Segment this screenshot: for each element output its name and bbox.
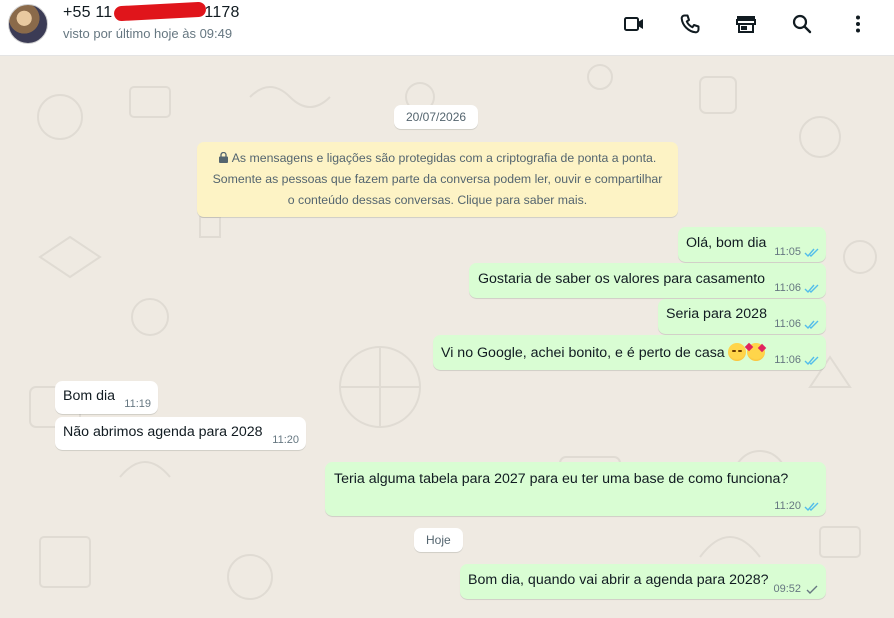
- contact-name-suffix: 1178: [204, 4, 240, 21]
- message-time: 11:06: [774, 282, 801, 294]
- message-bubble-incoming[interactable]: Bom dia 11:19: [55, 381, 158, 414]
- today-chip: Hoje: [414, 528, 463, 552]
- chat-header: +55 11 1178 visto por último hoje às 09:4…: [0, 0, 894, 56]
- voice-call-icon[interactable]: [678, 12, 702, 36]
- message-time: 11:06: [774, 354, 801, 366]
- contact-avatar[interactable]: [8, 4, 48, 44]
- message-text: Bom dia: [63, 388, 116, 404]
- message-meta: 11:06: [774, 354, 820, 366]
- notice-line-3: o conteúdo dessas conversas. Clique para…: [287, 193, 588, 207]
- contact-name-prefix: +55 11: [63, 4, 113, 21]
- sent-tick-icon: [806, 585, 818, 594]
- message-text: Gostaria de saber os valores para casame…: [478, 271, 766, 287]
- message-meta: 11:20: [774, 500, 820, 512]
- read-ticks-icon: [804, 320, 819, 329]
- notice-line-2: Somente as pessoas que fazem parte da co…: [212, 172, 663, 186]
- message-time: 09:52: [773, 583, 801, 595]
- message-text: Vi no Google, achei bonito, e é perto de…: [441, 345, 725, 361]
- lock-icon: [218, 152, 228, 163]
- catalog-icon[interactable]: [734, 12, 758, 36]
- message-bubble-outgoing[interactable]: Teria alguma tabela para 2027 para eu te…: [325, 462, 826, 516]
- message-bubble-outgoing[interactable]: Seria para 2028 11:06: [658, 299, 826, 334]
- message-text: Olá, bom dia: [686, 235, 767, 251]
- message-meta: 09:52: [773, 583, 820, 595]
- message-bubble-outgoing[interactable]: Gostaria de saber os valores para casame…: [469, 263, 826, 298]
- message-time: 11:05: [774, 246, 801, 258]
- video-call-icon[interactable]: [622, 12, 646, 36]
- message-time: 11:19: [124, 398, 151, 410]
- message-time: 11:20: [272, 434, 299, 446]
- date-chip: 20/07/2026: [394, 105, 479, 129]
- menu-icon[interactable]: [846, 12, 870, 36]
- message-text-row: Vi no Google, achei bonito, e é perto de…: [441, 342, 766, 361]
- message-text: Bom dia, quando vai abrir a agenda para …: [468, 572, 769, 588]
- encryption-notice[interactable]: As mensagens e ligações são protegidas c…: [197, 142, 678, 217]
- smiling-face-with-hearts-emoji: [744, 342, 766, 361]
- message-meta: 11:06: [774, 282, 820, 294]
- read-ticks-icon: [804, 248, 819, 257]
- read-ticks-icon: [804, 502, 819, 511]
- notice-line-1: As mensagens e ligações são protegidas c…: [231, 151, 657, 165]
- message-bubble-incoming[interactable]: Não abrimos agenda para 2028 11:20: [55, 417, 306, 450]
- search-icon[interactable]: [790, 12, 814, 36]
- message-text: Teria alguma tabela para 2027 para eu te…: [334, 471, 789, 487]
- read-ticks-icon: [804, 356, 819, 365]
- message-meta: 11:05: [774, 246, 820, 258]
- message-time: 11:06: [774, 318, 801, 330]
- message-time: 11:20: [774, 500, 801, 512]
- kissing-face-emoji: [727, 343, 746, 361]
- message-meta: 11:06: [774, 318, 820, 330]
- message-bubble-outgoing[interactable]: Bom dia, quando vai abrir a agenda para …: [460, 564, 826, 599]
- conversation-panel[interactable]: 20/07/2026 As mensagens e ligações são p…: [0, 57, 894, 618]
- last-seen-status: visto por último hoje às 09:49: [63, 26, 233, 41]
- message-bubble-outgoing[interactable]: Olá, bom dia 11:05: [678, 227, 826, 262]
- read-ticks-icon: [804, 284, 819, 293]
- message-text: Seria para 2028: [666, 306, 767, 322]
- message-text: Não abrimos agenda para 2028: [63, 424, 263, 440]
- message-bubble-outgoing[interactable]: Vi no Google, achei bonito, e é perto de…: [433, 335, 826, 370]
